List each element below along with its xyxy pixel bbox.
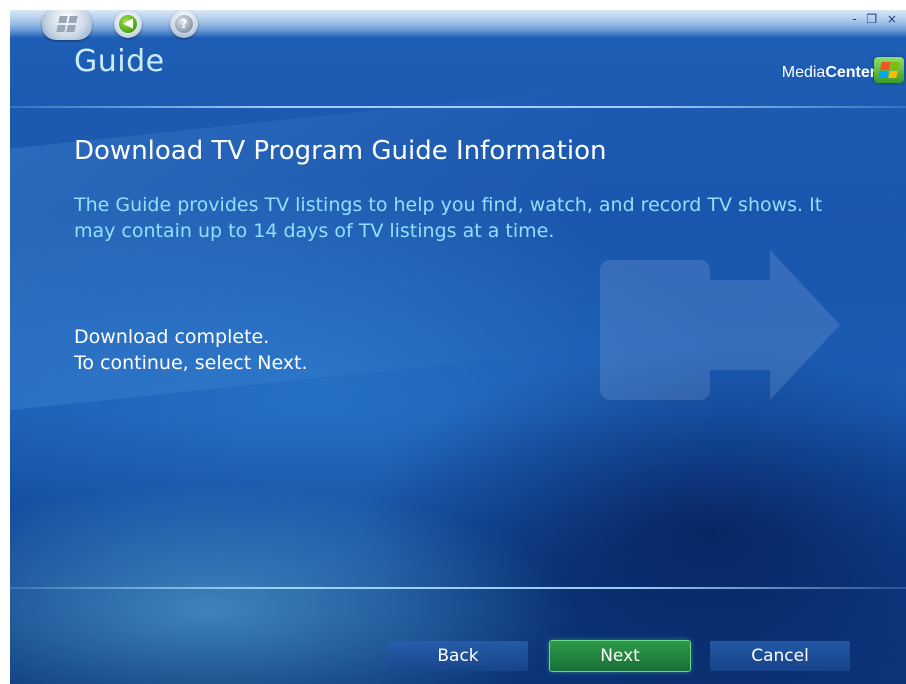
cancel-button[interactable]: Cancel — [710, 641, 850, 671]
status-line-continue: To continue, select Next. — [74, 352, 308, 374]
back-button[interactable]: Back — [388, 641, 528, 671]
top-bar — [10, 10, 906, 38]
status-text: Download complete. To continue, select N… — [74, 324, 308, 376]
start-button[interactable] — [42, 10, 92, 40]
windows-start-icon — [56, 16, 78, 32]
status-line-complete: Download complete. — [74, 326, 270, 348]
description-text: The Guide provides TV listings to help y… — [74, 194, 823, 242]
help-button[interactable]: ? — [170, 10, 198, 38]
media-center-window: - ❐ × ◀ ? Guide MediaCenter Download TV … — [10, 10, 906, 684]
windows-flag-icon — [874, 57, 904, 83]
watermark-arrow-icon — [600, 250, 840, 400]
back-nav-button[interactable]: ◀ — [114, 10, 142, 38]
section-heading: Download TV Program Guide Information — [74, 136, 607, 166]
window-controls[interactable]: - ❐ × — [852, 12, 900, 26]
brand-label: MediaCenter — [782, 64, 876, 82]
header-divider — [10, 106, 906, 108]
footer-divider — [10, 587, 906, 589]
help-icon: ? — [175, 15, 193, 33]
page-title: Guide — [74, 44, 165, 79]
next-button[interactable]: Next — [550, 641, 690, 671]
back-arrow-icon: ◀ — [119, 15, 137, 33]
brand-bold: Center — [825, 64, 876, 81]
brand-prefix: Media — [781, 64, 826, 81]
